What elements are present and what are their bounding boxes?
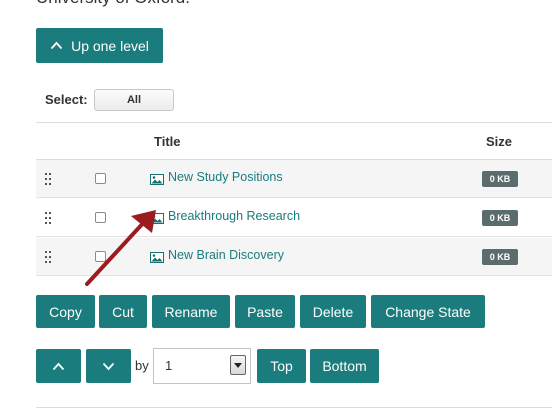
move-by-label: by [135, 358, 149, 373]
move-down-button[interactable] [86, 349, 131, 383]
delete-button[interactable]: Delete [300, 295, 366, 328]
page-intro-text: University of Oxford. [36, 0, 190, 8]
rename-button[interactable]: Rename [152, 295, 230, 328]
row-checkbox[interactable] [95, 212, 106, 223]
chevron-down-icon [102, 362, 115, 371]
select-label: Select: [45, 92, 88, 107]
table-row: New Study Positions 0 KB [36, 160, 552, 198]
select-all-button[interactable]: All [94, 89, 174, 111]
change-state-button[interactable]: Change State [371, 295, 485, 328]
row-title-link[interactable]: Breakthrough Research [168, 209, 300, 223]
table-row: Breakthrough Research 0 KB [36, 199, 552, 237]
row-title-link[interactable]: New Brain Discovery [168, 248, 284, 262]
row-title-link[interactable]: New Study Positions [168, 170, 283, 184]
drag-handle-icon[interactable] [45, 172, 51, 190]
column-header-title[interactable]: Title [154, 134, 181, 149]
chevron-up-icon [52, 362, 65, 371]
image-icon [150, 172, 164, 190]
footer-divider [36, 407, 552, 408]
move-amount-select[interactable]: 1 [153, 348, 251, 384]
table-top-divider [36, 122, 552, 123]
table-row: New Brain Discovery 0 KB [36, 238, 552, 276]
cut-button[interactable]: Cut [99, 295, 147, 328]
dropdown-arrow-icon[interactable] [230, 355, 246, 375]
size-badge: 0 KB [482, 210, 518, 226]
image-icon [150, 250, 164, 268]
column-header-size[interactable]: Size [486, 134, 512, 149]
size-badge: 0 KB [482, 171, 518, 187]
row-checkbox[interactable] [95, 251, 106, 262]
image-icon [150, 211, 164, 229]
move-bottom-button[interactable]: Bottom [310, 349, 379, 383]
up-one-level-button[interactable]: Up one level [36, 28, 163, 63]
drag-handle-icon[interactable] [45, 211, 51, 229]
row-checkbox[interactable] [95, 173, 106, 184]
move-amount-value: 1 [165, 358, 173, 373]
chevron-up-icon [50, 41, 63, 50]
move-top-button[interactable]: Top [257, 349, 306, 383]
size-badge: 0 KB [482, 249, 518, 265]
move-up-button[interactable] [36, 349, 81, 383]
copy-button[interactable]: Copy [36, 295, 95, 328]
drag-handle-icon[interactable] [45, 250, 51, 268]
up-one-level-label: Up one level [71, 37, 149, 54]
paste-button[interactable]: Paste [235, 295, 295, 328]
